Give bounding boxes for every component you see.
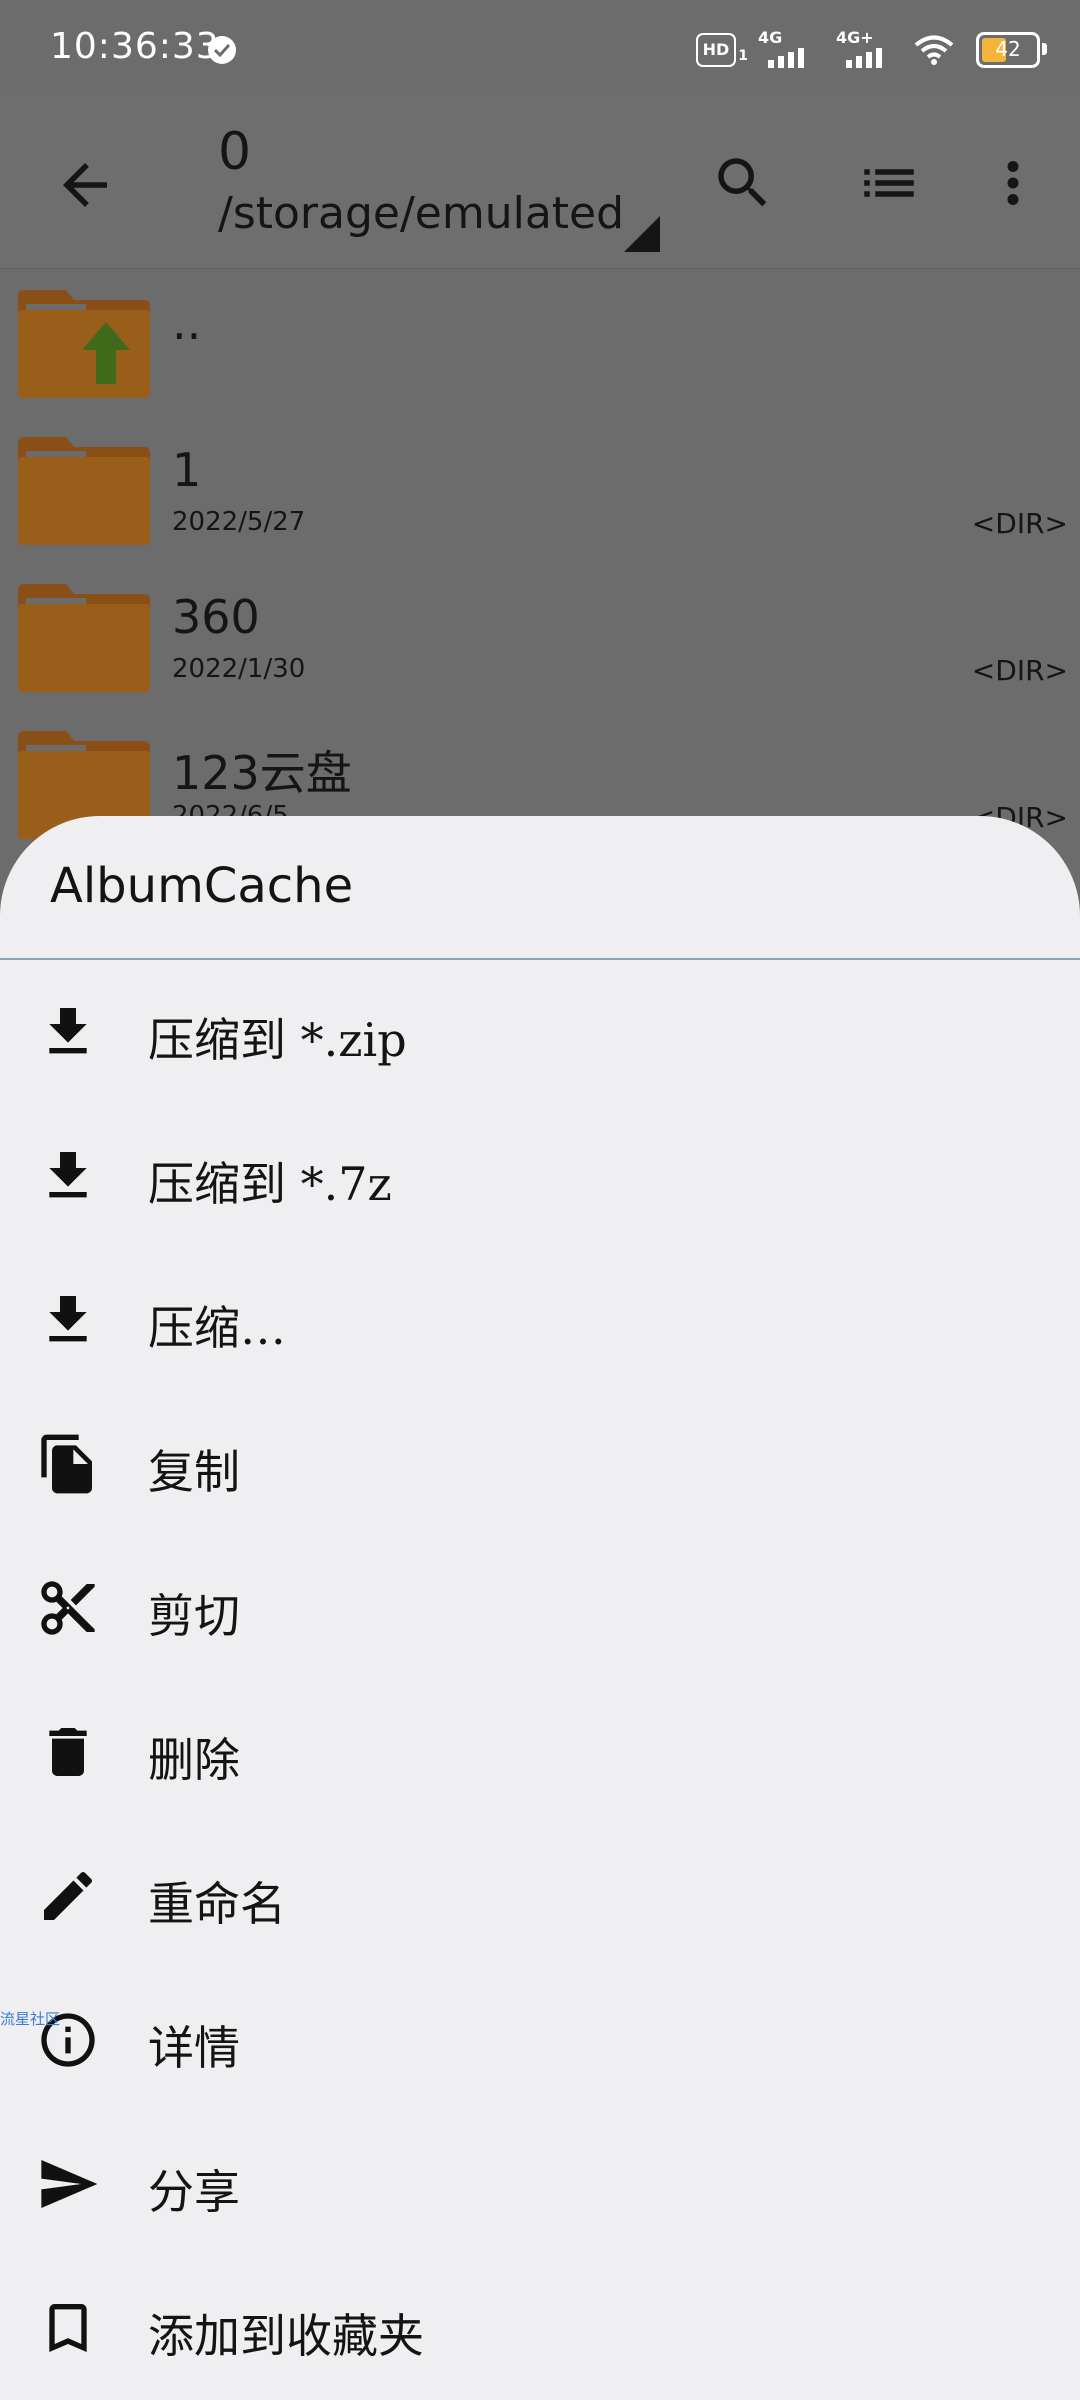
menu-item-compress-zip[interactable]: 压缩到 *.zip [0,960,1080,1104]
menu-item-label: 重命名 [148,1877,286,1931]
download-icon [49,1296,87,1342]
file-row[interactable]: 360 2022/1/30 <DIR> [0,562,1080,709]
file-row-parent[interactable]: .. [0,268,1080,415]
action-bottom-sheet: AlbumCache 压缩到 *.zip 压缩到 *.7z 压缩… 复制 剪切 … [0,816,1080,2400]
path-subtitle[interactable]: /storage/emulated [218,188,624,239]
file-type: <DIR> [971,654,1068,687]
status-bar: 10:36:33 HD 1 4G 4G+ 42 [0,0,1080,96]
trash-icon [49,1728,87,1776]
folder-icon [18,437,150,545]
action-menu: 压缩到 *.zip 压缩到 *.7z 压缩… 复制 剪切 删除 重命名 详情 分… [0,960,1080,2400]
hd-sub-label: 1 [738,48,748,64]
watermark-text: 流星社区 [0,2010,61,2028]
search-icon[interactable] [710,150,776,216]
signal-icon: 4G [758,28,814,68]
menu-item-label: 详情 [148,2021,240,2075]
file-name: .. [172,296,202,350]
app-bar: 0 /storage/emulated [0,96,1080,269]
copy-icon [41,1434,92,1494]
menu-item-label: 压缩到 *.zip [148,1013,407,1067]
status-icons: HD 1 4G 4G+ 42 [696,28,1047,70]
menu-item-compress[interactable]: 压缩… [0,1248,1080,1392]
hd-label: HD [702,40,730,59]
hd-icon: HD 1 [696,33,748,67]
file-name: 1 [172,443,202,497]
folder-icon [18,584,150,692]
menu-item-delete[interactable]: 删除 [0,1680,1080,1824]
net2-label: 4G+ [836,28,874,47]
path-title[interactable]: 0 [218,122,251,182]
send-icon [41,2160,98,2208]
list-view-icon[interactable] [856,150,922,216]
status-time: 10:36:33 [50,26,220,67]
scissors-icon [41,1581,95,1635]
menu-item-share[interactable]: 分享 [0,2112,1080,2256]
menu-item-details[interactable]: 详情 [0,1968,1080,2112]
folder-up-icon [18,290,150,398]
check-icon [208,36,236,64]
menu-item-copy[interactable]: 复制 [0,1392,1080,1536]
battery-icon: 42 [976,32,1047,68]
file-row[interactable]: 1 2022/5/27 <DIR> [0,415,1080,562]
more-vert-icon[interactable] [980,150,1046,216]
menu-item-label: 压缩… [148,1301,286,1355]
file-type: <DIR> [971,507,1068,540]
menu-item-add-favorite[interactable]: 添加到收藏夹 [0,2256,1080,2400]
sheet-title: AlbumCache [50,858,354,914]
pencil-icon [44,1871,93,1920]
menu-item-cut[interactable]: 剪切 [0,1536,1080,1680]
menu-item-label: 添加到收藏夹 [148,2309,424,2363]
battery-level: 42 [995,37,1021,61]
download-icon [49,1008,87,1054]
menu-item-compress-7z[interactable]: 压缩到 *.7z [0,1104,1080,1248]
menu-item-rename[interactable]: 重命名 [0,1824,1080,1968]
file-name: 360 [172,590,260,644]
download-icon [49,1152,87,1198]
dropdown-corner-icon[interactable] [624,216,660,252]
file-date: 2022/5/27 [172,507,306,537]
menu-item-label: 删除 [148,1733,240,1787]
wifi-icon [914,35,954,65]
signal-icon-2: 4G+ [836,28,892,68]
file-date: 2022/1/30 [172,654,306,684]
net1-label: 4G [758,28,783,47]
file-name: 123云盘 [172,746,352,800]
menu-item-label: 分享 [148,2165,240,2219]
back-arrow-icon[interactable] [52,152,118,218]
menu-item-label: 压缩到 *.7z [148,1157,392,1211]
file-list: .. 1 2022/5/27 <DIR> 360 2022/1/30 <DIR>… [0,268,1080,856]
bookmark-icon [49,2304,87,2352]
menu-item-label: 剪切 [148,1589,240,1643]
menu-item-label: 复制 [148,1445,240,1499]
